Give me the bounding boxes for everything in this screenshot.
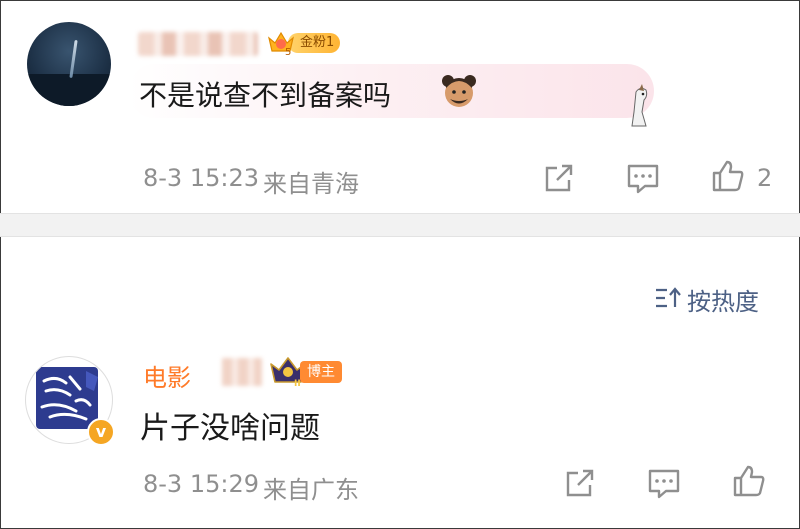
man-emoji-icon — [442, 75, 476, 107]
dog-sticker-icon — [631, 84, 648, 127]
like-icon[interactable] — [731, 463, 767, 499]
comment-text: 片子没啥问题 — [140, 411, 320, 446]
like-count: 2 — [757, 164, 773, 192]
comment-location: 来自广东 — [263, 476, 359, 504]
section-divider — [0, 213, 800, 237]
comment-time: 8-3 15:23 — [143, 164, 259, 192]
sort-by-heat[interactable]: 按热度 — [687, 282, 759, 317]
like-icon[interactable] — [710, 158, 746, 194]
username-blurred — [222, 358, 262, 386]
crown-icon: 5 — [268, 31, 294, 56]
share-icon[interactable] — [562, 465, 598, 501]
username[interactable]: 电影 — [143, 358, 191, 393]
comment-icon[interactable] — [625, 160, 661, 196]
share-icon[interactable] — [541, 160, 577, 196]
comment-icon[interactable] — [646, 465, 682, 501]
avatar[interactable] — [27, 22, 111, 106]
film-logo-icon — [40, 371, 98, 421]
fan-level: 5 — [285, 47, 291, 56]
comment-location: 来自青海 — [263, 170, 359, 198]
sort-icon[interactable] — [655, 287, 683, 309]
comment-time: 8-3 15:29 — [143, 470, 259, 498]
username-blurred[interactable] — [138, 32, 258, 56]
verified-icon: v — [87, 418, 115, 446]
blogger-badge: 博主 — [300, 361, 342, 383]
comment-text: 不是说查不到备案吗 — [139, 79, 392, 112]
